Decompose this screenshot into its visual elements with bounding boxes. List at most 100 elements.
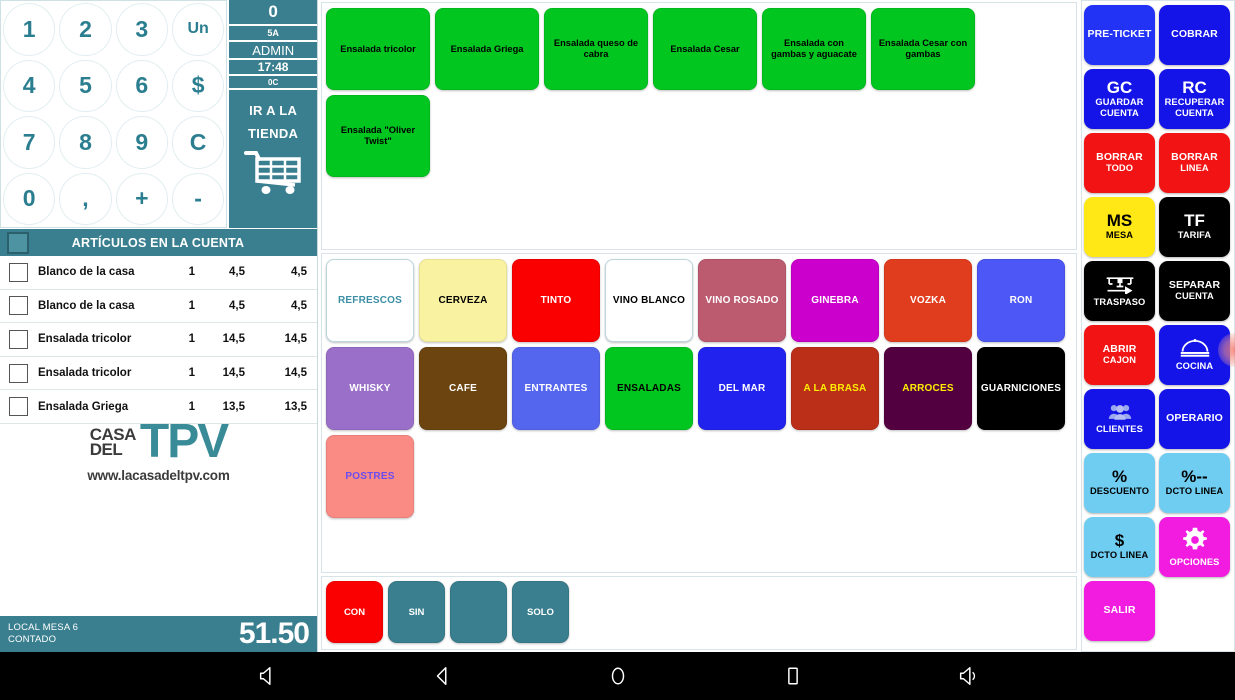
product-button[interactable]: Ensalada Griega: [435, 8, 539, 90]
category-button-whisky[interactable]: WHISKY: [326, 347, 414, 430]
keypad-key-1[interactable]: 1: [3, 3, 56, 56]
sidebar-button-guardar-cuenta[interactable]: GC GUARDAR CUENTA: [1084, 69, 1155, 129]
account-items-list[interactable]: CASA DEL TPV www.lacasadeltpv.com Blanco…: [0, 256, 317, 616]
product-button[interactable]: Ensalada con gambas y aguacate: [762, 8, 866, 90]
keypad-key-6[interactable]: 6: [115, 59, 168, 112]
sidebar-button-borrar-todo[interactable]: BORRAR TODO: [1084, 133, 1155, 193]
go-to-store-button[interactable]: IR A LA TIENDA: [229, 90, 317, 228]
sidebar-button-pre-ticket[interactable]: PRE-TICKET: [1084, 5, 1155, 65]
item-checkbox[interactable]: [9, 329, 28, 349]
category-button-cerveza[interactable]: CERVEZA: [419, 259, 507, 342]
store-label-line2: TIENDA: [248, 126, 299, 141]
keypad-key-4[interactable]: 4: [3, 59, 56, 112]
volume-down-icon[interactable]: [246, 656, 290, 696]
sidebar-button-separar-cuenta[interactable]: SEPARAR CUENTA: [1159, 261, 1230, 321]
sidebar-button-salir[interactable]: SALIR: [1084, 581, 1155, 641]
select-all-checkbox[interactable]: [7, 231, 29, 254]
keypad-key-7[interactable]: 7: [3, 116, 56, 169]
status-time: 17:48: [229, 60, 317, 76]
item-total: 14,5: [284, 333, 307, 346]
keypad-key-0[interactable]: 0: [3, 172, 56, 225]
category-button-postres[interactable]: POSTRES: [326, 435, 414, 518]
back-icon[interactable]: [421, 656, 465, 696]
sidebar-button-borrar-linea[interactable]: BORRAR LINEA: [1159, 133, 1230, 193]
shopping-cart-icon: [244, 149, 302, 200]
item-checkbox[interactable]: [9, 397, 28, 417]
product-button[interactable]: Ensalada tricolor: [326, 8, 430, 90]
account-items-header: ARTÍCULOS EN LA CUENTA: [0, 228, 317, 256]
home-icon[interactable]: [596, 656, 640, 696]
product-button[interactable]: Ensalada "Oliver Twist": [326, 95, 430, 177]
sidebar-button-dcto-linea-amt[interactable]: $ DCTO LINEA: [1084, 517, 1155, 577]
sidebar-button-cocina[interactable]: COCINA: [1159, 325, 1230, 385]
sidebar-button-label: RECUPERAR: [1164, 96, 1225, 107]
category-button-cafe[interactable]: CAFE: [419, 347, 507, 430]
keypad-key-8[interactable]: 8: [59, 116, 112, 169]
function-sidebar[interactable]: PRE-TICKET COBRAR GC GUARDAR CUENTA RC RECUPER…: [1081, 0, 1235, 652]
keypad-key-3[interactable]: 3: [115, 3, 168, 56]
sidebar-button-dcto-linea-pct[interactable]: %-- DCTO LINEA: [1159, 453, 1230, 513]
item-name: Ensalada Griega: [38, 400, 129, 413]
categories-grid[interactable]: REFRESCOS CERVEZA TINTO VINO BLANCO VINO ROS…: [321, 253, 1077, 573]
account-item-row[interactable]: Ensalada tricolor 1 14,5 14,5: [0, 323, 317, 357]
sidebar-button-operario[interactable]: OPERARIO: [1159, 389, 1230, 449]
item-checkbox[interactable]: [9, 296, 28, 316]
category-button-del-mar[interactable]: DEL MAR: [698, 347, 786, 430]
product-button[interactable]: Ensalada queso de cabra: [544, 8, 648, 90]
status-panel: 0 5A ADMIN 17:48 0C IR A LA TIENDA: [227, 0, 317, 228]
sidebar-button-code: %--: [1181, 467, 1208, 487]
keypad-key-comma[interactable]: ,: [59, 172, 112, 225]
modifier-button-solo[interactable]: SOLO: [512, 581, 569, 643]
account-payment-label: CONTADO: [8, 634, 57, 645]
category-button-entrantes[interactable]: ENTRANTES: [512, 347, 600, 430]
product-button[interactable]: Ensalada Cesar: [653, 8, 757, 90]
sidebar-button-code: RC: [1182, 77, 1207, 97]
category-button-vozka[interactable]: VOZKA: [884, 259, 972, 342]
keypad-key-dollar[interactable]: $: [171, 59, 225, 112]
modifier-button-blank[interactable]: [450, 581, 507, 643]
category-button-ginebra[interactable]: GINEBRA: [791, 259, 879, 342]
account-item-row[interactable]: Blanco de la casa 1 4,5 4,5: [0, 256, 317, 290]
modifiers-grid[interactable]: CON SIN SOLO: [321, 576, 1077, 650]
item-checkbox[interactable]: [9, 262, 28, 282]
category-button-arroces[interactable]: ARROCES: [884, 347, 972, 430]
category-button-guarniciones[interactable]: GUARNICIONES: [977, 347, 1065, 430]
keypad-key-Un[interactable]: Un: [171, 3, 225, 56]
sidebar-button-opciones[interactable]: OPCIONES: [1159, 517, 1230, 577]
category-button-refrescos[interactable]: REFRESCOS: [326, 259, 414, 342]
category-button-tinto[interactable]: TINTO: [512, 259, 600, 342]
category-button-a-la-brasa[interactable]: A LA BRASA: [791, 347, 879, 430]
keypad-key-C[interactable]: C: [171, 116, 225, 169]
modifier-button-con[interactable]: CON: [326, 581, 383, 643]
account-item-row[interactable]: Blanco de la casa 1 4,5 4,5: [0, 290, 317, 324]
status-user: ADMIN: [229, 42, 317, 60]
category-button-ron[interactable]: RON: [977, 259, 1065, 342]
keypad-key-5[interactable]: 5: [59, 59, 112, 112]
sidebar-button-descuento[interactable]: % DESCUENTO: [1084, 453, 1155, 513]
sidebar-button-abrir-cajon[interactable]: ABRIR CAJON: [1084, 325, 1155, 385]
volume-up-icon[interactable]: [946, 656, 990, 696]
account-item-row[interactable]: Ensalada tricolor 1 14,5 14,5: [0, 357, 317, 391]
keypad-key-minus[interactable]: -: [171, 172, 225, 225]
account-item-row[interactable]: Ensalada Griega 1 13,5 13,5: [0, 390, 317, 424]
category-button-vino-blanco[interactable]: VINO BLANCO: [605, 259, 693, 342]
sidebar-button-cobrar[interactable]: COBRAR: [1159, 5, 1230, 65]
sidebar-button-clientes[interactable]: CLIENTES: [1084, 389, 1155, 449]
sidebar-button-recuperar-cuenta[interactable]: RC RECUPERAR CUENTA: [1159, 69, 1230, 129]
category-button-vino-rosado[interactable]: VINO ROSADO: [698, 259, 786, 342]
keypad-key-9[interactable]: 9: [115, 116, 168, 169]
keypad-key-2[interactable]: 2: [59, 3, 112, 56]
sidebar-button-label: GUARDAR: [1095, 96, 1144, 107]
item-checkbox[interactable]: [9, 363, 28, 383]
product-button[interactable]: Ensalada Cesar con gambas: [871, 8, 975, 90]
keypad-key-plus[interactable]: +: [115, 172, 168, 225]
category-button-ensaladas[interactable]: ENSALADAS: [605, 347, 693, 430]
modifier-button-sin[interactable]: SIN: [388, 581, 445, 643]
products-grid[interactable]: Ensalada tricolor Ensalada Griega Ensalada…: [321, 2, 1077, 250]
sidebar-button-traspaso[interactable]: TRASPASO: [1084, 261, 1155, 321]
numeric-keypad[interactable]: 1 2 3 Un 4 5 6 $7 8 9 C 0, + -: [0, 0, 228, 228]
sidebar-button-tarifa[interactable]: TF TARIFA: [1159, 197, 1230, 257]
recents-icon[interactable]: [771, 656, 815, 696]
sidebar-button-mesa[interactable]: MS MESA: [1084, 197, 1155, 257]
sidebar-button-label: DCTO LINEA: [1090, 550, 1149, 561]
